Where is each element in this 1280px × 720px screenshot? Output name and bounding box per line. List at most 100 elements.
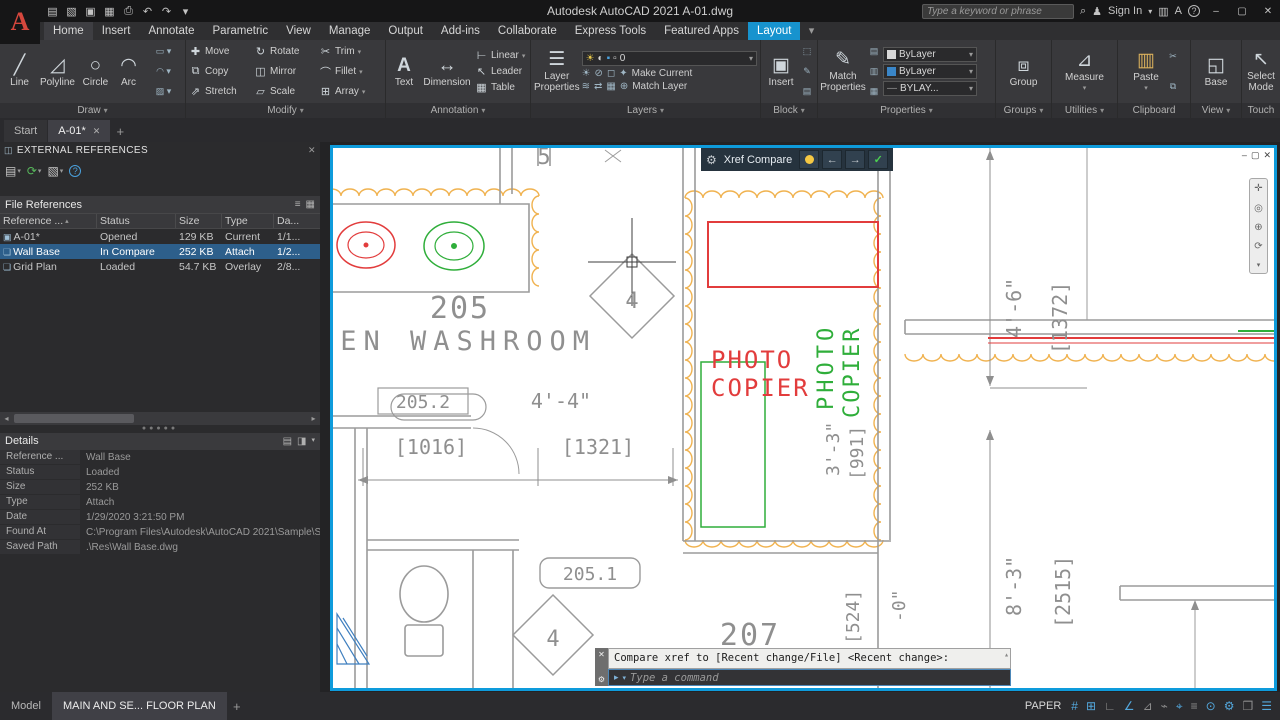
details-view-icon[interactable]: ▤ [283,436,292,447]
ribbon-options-dropdown-icon[interactable]: ▾ [800,22,822,40]
file-tab-start[interactable]: Start [4,120,47,142]
panel-label-view[interactable]: View▾ [1191,103,1241,118]
panel-label-block[interactable]: Block▾ [761,103,817,118]
table-button[interactable]: ▦Table [475,81,525,94]
measure-button[interactable]: ⊿Measure▾ [1061,51,1109,92]
scrollbar-thumb[interactable] [14,414,134,423]
prop-tool-icon-2[interactable]: ▥ [867,66,881,77]
scroll-left-icon[interactable]: ◂ [0,414,13,423]
app-store-icon[interactable]: ▥ [1158,5,1168,18]
tab-parametric[interactable]: Parametric [204,22,278,40]
drawing-canvas[interactable]: 5 205 MEN WASHROOM 205.2 [1016] 4'-4" [1… [333,148,1274,688]
redo-icon[interactable]: ↷ [158,5,175,18]
palette-splitter[interactable]: ●●●●● [0,425,320,433]
panel-label-layers[interactable]: Layers▾ [531,103,760,118]
panel-label-groups[interactable]: Groups▾ [996,103,1051,118]
tab-output[interactable]: Output [379,22,432,40]
tab-collaborate[interactable]: Collaborate [489,22,566,40]
dimension-button[interactable]: ↔Dimension [421,56,473,88]
xref-settings-gear-icon[interactable]: ⚙ [706,153,717,167]
xref-highlight-bulb-button[interactable] [799,150,819,169]
hatch-tool-icon[interactable]: ▨ ▾ [145,86,182,97]
create-block-icon[interactable]: ⬚ [800,46,814,57]
layer-combo[interactable]: ☀ ◐ ▪ ▫ 0 ▾ [582,51,757,66]
object-color-combo[interactable]: ByLayer▾ [883,47,977,62]
match-layer-button[interactable]: ≋⇄▦⊕ Match Layer [582,81,757,92]
command-recent-dropdown-icon[interactable]: ▾ [623,674,627,682]
scale-button[interactable]: ▱Scale [254,85,317,98]
select-mode-button[interactable]: ↖Select Mode [1245,50,1277,93]
col-type[interactable]: Type [222,214,274,228]
polar-tracking-icon[interactable]: ∠ [1124,699,1135,713]
refresh-button[interactable]: ⟳▾ [27,164,42,178]
detail-value[interactable]: Wall Base [80,452,320,463]
copy-clip-icon[interactable]: ⧉ [1166,81,1180,92]
col-size[interactable]: Size [176,214,222,228]
tab-featured-apps[interactable]: Featured Apps [655,22,748,40]
save-as-icon[interactable]: ▦ [101,5,118,18]
attach-dwg-button[interactable]: ▤▾ [5,164,21,178]
prop-tool-icon-3[interactable]: ▦ [867,86,881,97]
command-input[interactable] [630,672,1005,684]
rectangle-tool-icon[interactable]: ▭ ▾ [145,46,182,57]
user-icon[interactable]: ♟ [1092,5,1102,18]
layer-properties-button[interactable]: ☰Layer Properties [534,50,580,93]
vp-restore-icon[interactable]: ▢ [1251,150,1260,161]
autodesk-app-icon[interactable]: A [1175,5,1182,17]
snap-icon[interactable]: ⊞ [1086,699,1096,713]
polyline-button[interactable]: ◿Polyline [38,56,77,88]
ortho-icon[interactable]: ∟ [1104,699,1116,713]
draw-extra-tools[interactable]: ▭ ▾ ◠ ▾ ▨ ▾ [145,42,182,101]
make-current-button[interactable]: ☀⊘◻✦ Make Current [582,68,757,79]
lineweight-combo[interactable]: —BYLAY...▾ [883,81,977,96]
signin-dropdown-icon[interactable]: ▾ [1148,7,1152,16]
details-preview-icon[interactable]: ◨ [297,436,306,447]
cut-icon[interactable]: ✂ [1166,51,1180,62]
prop-tool-icon-1[interactable]: ▤ [867,46,881,57]
finish-compare-button[interactable]: ✓ [868,150,888,169]
drawing-viewport[interactable]: 5 205 MEN WASHROOM 205.2 [1016] 4'-4" [1… [330,145,1277,691]
array-button[interactable]: ⊞Array▾ [319,85,382,98]
open-file-icon[interactable]: ▧ [63,5,80,18]
paste-button[interactable]: ▥Paste▾ [1128,51,1164,92]
autotrack-icon[interactable]: ⌁ [1161,699,1168,713]
fillet-button[interactable]: ⌒Fillet▾ [319,64,382,80]
help-icon[interactable]: ? [1188,5,1200,17]
xref-horizontal-scrollbar[interactable]: ◂ ▸ [0,412,320,425]
tab-layout-context[interactable]: Layout [748,22,801,40]
col-status[interactable]: Status [97,214,176,228]
pan-icon[interactable]: ◎ [1254,203,1263,214]
next-change-button[interactable]: → [845,150,865,169]
text-button[interactable]: AText [389,56,419,88]
customization-icon[interactable]: ☰ [1261,699,1272,713]
command-scroll-icon[interactable]: ▴ [1004,650,1009,659]
command-close-icon[interactable]: ✕ [598,650,605,659]
panel-label-annotation[interactable]: Annotation▾ [386,103,530,118]
panel-label-modify[interactable]: Modify▾ [186,103,385,118]
xref-row-grid-plan[interactable]: ❏Grid Plan Loaded 54.7 KB Overlay 2/8... [0,259,320,274]
minimize-button[interactable]: – [1206,6,1226,17]
search-input[interactable] [922,4,1074,19]
leader-button[interactable]: ↖Leader [475,65,525,78]
tab-home[interactable]: Home [44,22,93,40]
lineweight-icon[interactable]: ≡ [1191,699,1198,713]
tab-manage[interactable]: Manage [320,22,380,40]
col-reference[interactable]: Reference ...▴ [0,214,97,228]
insert-button[interactable]: ▣Insert [764,56,798,88]
zoom-extents-icon[interactable]: ⊕ [1254,222,1262,233]
scroll-right-icon[interactable]: ▸ [307,414,320,423]
orbit-icon[interactable]: ⟳ [1254,241,1262,252]
search-icon[interactable]: ⌕ [1080,5,1086,18]
tab-addins[interactable]: Add-ins [432,22,489,40]
tree-view-icon[interactable]: ▦ [306,199,315,210]
sign-in-link[interactable]: Sign In [1108,5,1142,17]
vp-minimize-icon[interactable]: – [1242,150,1247,161]
layer-combo-dropdown-icon[interactable]: ▾ [749,54,753,63]
qat-dropdown-icon[interactable]: ▾ [177,5,194,18]
trim-button[interactable]: ✂Trim▾ [319,45,382,58]
palette-close-icon[interactable]: ✕ [308,145,316,156]
plot-icon[interactable]: ⎙ [120,5,137,18]
line-button[interactable]: ╱Line [3,56,36,88]
selection-cycling-icon[interactable]: ⊙ [1206,699,1216,713]
linetype-combo[interactable]: ByLayer▾ [883,64,977,79]
